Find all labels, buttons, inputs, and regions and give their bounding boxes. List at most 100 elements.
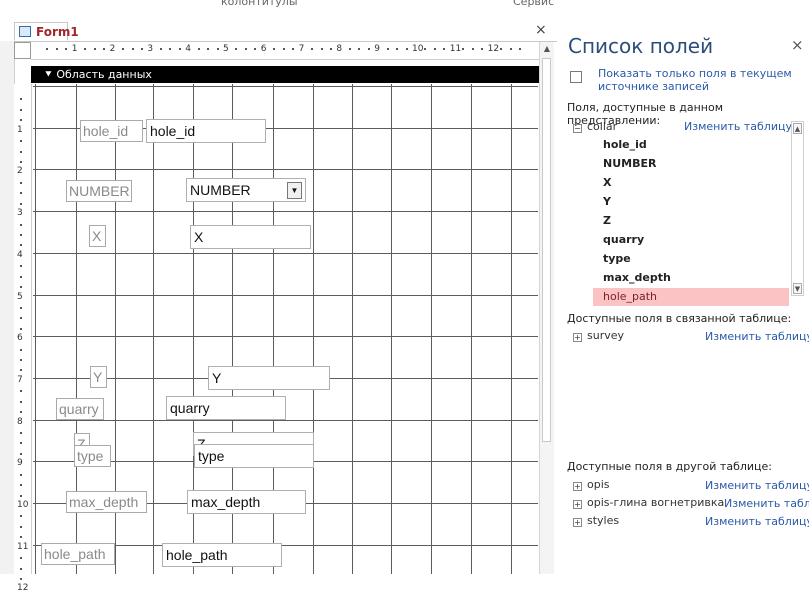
show-only-current-link[interactable]: Показать только поля в текущем источнике… (598, 67, 798, 93)
ruler-number: 1 (71, 44, 78, 54)
ruler-tick (20, 223, 22, 226)
label-number[interactable]: NUMBER (66, 180, 132, 202)
field-item[interactable]: Y (603, 193, 789, 211)
label-x[interactable]: X (89, 225, 106, 247)
textbox-type[interactable]: type (194, 444, 314, 468)
edit-table-link-opis[interactable]: Изменить таблицу (705, 479, 809, 492)
ruler-tick (140, 48, 143, 50)
label-max-depth[interactable]: max_depth (66, 491, 147, 513)
ruler-tick (20, 525, 22, 528)
ruler-tick (244, 48, 247, 50)
textbox-hole-id[interactable]: hole_id (146, 119, 266, 143)
ruler-tick (20, 317, 22, 320)
ruler-tick (433, 48, 436, 50)
field-item[interactable]: hole_id (603, 136, 789, 154)
tab-form1-label: Form1 (36, 25, 79, 39)
ruler-tick (20, 400, 22, 403)
table-name-opis[interactable]: opis (587, 478, 610, 491)
ruler-tick (311, 48, 314, 50)
ruler-number: 7 (17, 374, 23, 385)
expand-icon[interactable]: + (573, 482, 582, 491)
ruler-tick (20, 192, 22, 195)
grid-line (313, 84, 314, 574)
textbox-y[interactable]: Y (208, 366, 330, 390)
ruler-tick (20, 369, 22, 372)
field-list: hole_id NUMBER X Y Z quarry type max_dep… (573, 121, 805, 306)
ruler-tick (509, 48, 512, 50)
vertical-ruler[interactable]: 1 2 3 4 5 6 7 8 9 10 11 12 (14, 84, 32, 593)
scroll-up-icon[interactable]: ▲ (540, 42, 554, 56)
ruler-tick (20, 359, 22, 362)
show-only-icon (570, 71, 582, 83)
expand-icon[interactable]: + (573, 518, 582, 527)
grid-line (511, 84, 512, 574)
grid-line (33, 253, 538, 254)
ruler-number: 10 (17, 500, 29, 510)
ruler-number: 12 (17, 583, 29, 593)
edit-table-link-survey[interactable]: Изменить таблицу (705, 330, 809, 343)
ruler-tick (131, 48, 134, 50)
ruler-tick (320, 48, 323, 50)
left-gutter (0, 41, 15, 574)
scroll-up-icon[interactable]: ▲ (793, 123, 802, 134)
field-item[interactable]: X (603, 174, 789, 192)
ruler-tick (20, 306, 22, 309)
ruler-tick (20, 494, 22, 497)
form-selector[interactable] (14, 42, 31, 59)
ruler-tick (367, 48, 370, 50)
close-icon[interactable]: × (535, 22, 547, 38)
grid-line (153, 84, 154, 574)
edit-table-link-opis-glina[interactable]: Изменить табл (724, 497, 809, 510)
ruler-number: 3 (17, 208, 23, 219)
ribbon-strip: колонтитулы Сервис (0, 0, 809, 14)
table-name-styles[interactable]: styles (587, 514, 619, 527)
table-name-opis-glina[interactable]: opis-глина вогнетривка (587, 496, 724, 509)
expand-icon[interactable]: + (573, 500, 582, 509)
ruler-tick (518, 48, 521, 50)
ruler-number: 2 (109, 44, 116, 54)
label-hole-id[interactable]: hole_id (80, 120, 143, 142)
textbox-max-depth[interactable]: max_depth (187, 490, 306, 514)
close-icon[interactable]: × (791, 36, 804, 54)
label-type[interactable]: type (74, 445, 111, 467)
field-item[interactable]: max_depth (603, 269, 789, 287)
designer-scrollbar[interactable]: ▲ (539, 42, 554, 574)
ruler-tick (20, 442, 22, 445)
field-item-selected[interactable]: hole_path (593, 288, 789, 306)
scroll-down-icon[interactable]: ▼ (793, 283, 802, 294)
tab-form1[interactable]: Form1 (14, 22, 79, 41)
label-quarry[interactable]: quarry (56, 398, 104, 420)
scroll-thumb[interactable] (542, 58, 551, 442)
textbox-hole-path[interactable]: hole_path (162, 543, 282, 567)
combo-number[interactable]: NUMBER ▼ (186, 178, 306, 202)
ruler-tick (65, 48, 68, 50)
ruler-tick (329, 48, 332, 50)
ruler-number: 5 (223, 44, 229, 54)
field-item[interactable]: NUMBER (603, 155, 789, 173)
expand-icon[interactable]: + (573, 333, 582, 342)
ruler-number: 9 (374, 44, 380, 54)
edit-table-link-styles[interactable]: Изменить таблицу (705, 515, 809, 528)
ruler-tick (207, 48, 210, 50)
field-item[interactable]: quarry (603, 231, 789, 249)
dropdown-arrow-icon[interactable]: ▼ (287, 182, 302, 199)
field-list-scrollbar[interactable]: ▲ ▼ (791, 121, 804, 296)
textbox-quarry[interactable]: quarry (166, 396, 286, 420)
ruler-number: 8 (17, 416, 23, 427)
horizontal-ruler[interactable]: 1 2 3 4 5 6 7 8 9 10 11 12 (31, 42, 539, 60)
ruler-tick (481, 48, 484, 50)
ruler-tick (20, 108, 22, 111)
field-item[interactable]: type (603, 250, 789, 268)
section-label-text: Область данных (56, 68, 152, 81)
ruler-number: 6 (17, 333, 23, 344)
table-name-survey[interactable]: survey (587, 329, 624, 342)
label-y[interactable]: Y (90, 366, 107, 388)
field-item[interactable]: Z (603, 212, 789, 230)
ruler-tick (424, 48, 427, 50)
ruler-tick (20, 275, 22, 278)
ruler-tick (405, 48, 408, 50)
label-hole-path[interactable]: hole_path (41, 543, 115, 565)
ruler-tick (20, 119, 22, 122)
ruler-number: 9 (17, 458, 23, 469)
textbox-x[interactable]: X (190, 225, 311, 249)
